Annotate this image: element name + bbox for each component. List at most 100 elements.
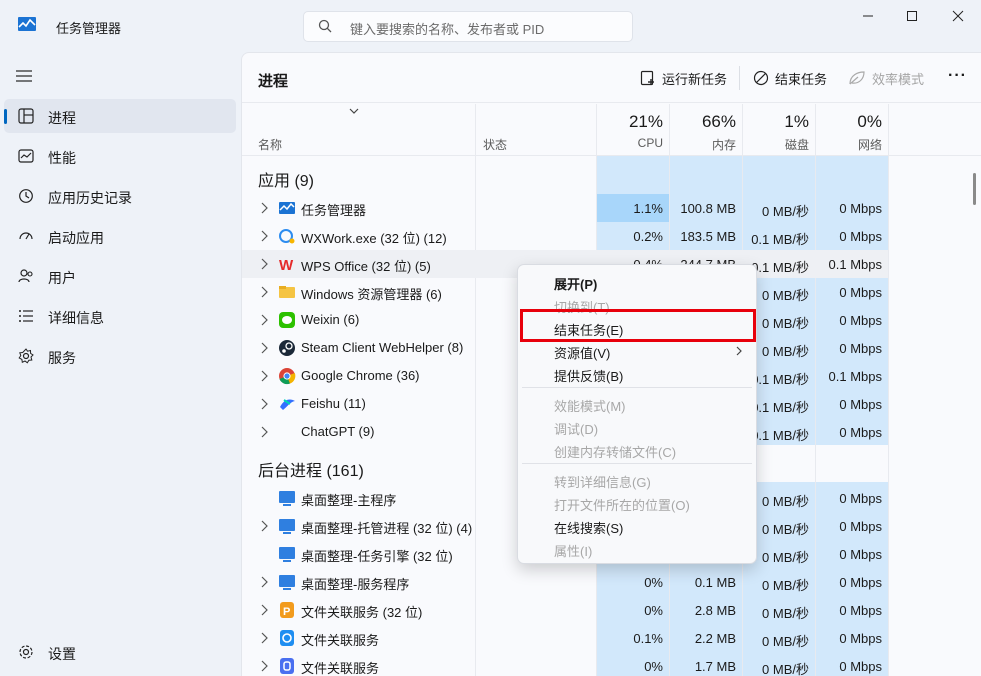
sidebar: 进程 性能 应用历史记录 启动应用 用户 详细信息 服务 设置 xyxy=(0,52,241,676)
column-header-network[interactable]: 网络 xyxy=(822,136,882,153)
sidebar-item-details[interactable]: 详细信息 xyxy=(4,299,236,333)
process-net-value: 0 Mbps xyxy=(839,603,882,618)
sidebar-item-processes[interactable]: 进程 xyxy=(4,99,236,133)
run-new-task-button[interactable]: 运行新任务 xyxy=(640,68,727,88)
process-net-value: 0 Mbps xyxy=(839,341,882,356)
process-name: 桌面整理-任务引擎 (32 位) xyxy=(301,549,453,564)
process-name: Steam Client WebHelper (8) xyxy=(301,340,464,355)
menu-item-feedback[interactable]: 提供反馈(B) xyxy=(554,366,623,385)
sidebar-item-performance[interactable]: 性能 xyxy=(4,139,236,173)
expand-chevron-right-icon[interactable] xyxy=(261,660,269,672)
process-name: 任务管理器 xyxy=(301,203,367,218)
process-row[interactable]: WXWork.exe (32 位) (12) 0.2% 183.5 MB 0.1 MB… xyxy=(242,222,888,250)
sidebar-item-label: 应用历史记录 xyxy=(48,190,132,206)
column-divider xyxy=(888,104,889,676)
hamburger-menu-icon[interactable] xyxy=(14,69,34,83)
menu-item-search-online[interactable]: 在线搜索(S) xyxy=(554,518,623,537)
menu-item-resource-values[interactable]: 资源值(V) xyxy=(554,343,610,362)
menu-divider xyxy=(522,463,752,464)
desktop-organizer-icon xyxy=(279,575,295,590)
efficiency-mode-button[interactable]: 效率模式 xyxy=(848,68,924,88)
expand-chevron-right-icon[interactable] xyxy=(261,342,269,354)
sidebar-item-label: 进程 xyxy=(48,110,76,126)
sidebar-item-startup[interactable]: 启动应用 xyxy=(4,219,236,253)
more-options-icon[interactable]: ··· xyxy=(948,67,967,85)
new-task-icon xyxy=(640,70,654,86)
column-header-disk[interactable]: 磁盘 xyxy=(749,136,809,153)
process-net-value: 0 Mbps xyxy=(839,201,882,216)
menu-item-open-file-location[interactable]: 打开文件所在的位置(O) xyxy=(554,495,690,514)
process-name: 桌面整理-托管进程 (32 位) (4) xyxy=(301,521,473,536)
task-manager-icon xyxy=(279,202,295,214)
performance-icon xyxy=(18,149,34,163)
expand-chevron-right-icon[interactable] xyxy=(261,576,269,588)
sort-chevron-down-icon[interactable] xyxy=(349,108,359,114)
process-net-value: 0 Mbps xyxy=(839,425,882,440)
process-row[interactable]: 文件关联服务 0.1% 2.2 MB 0 MB/秒 0 Mbps xyxy=(242,624,888,652)
expand-chevron-right-icon[interactable] xyxy=(261,604,269,616)
process-name: ChatGPT (9) xyxy=(301,424,375,439)
process-mem-value: 2.8 MB xyxy=(694,603,736,618)
sidebar-item-label: 启动应用 xyxy=(48,230,104,246)
expand-chevron-right-icon[interactable] xyxy=(261,370,269,382)
sidebar-item-settings[interactable]: 设置 xyxy=(4,635,236,669)
sidebar-item-users[interactable]: 用户 xyxy=(4,259,236,293)
process-net-value: 0.1 Mbps xyxy=(828,369,882,384)
minimize-button[interactable] xyxy=(848,4,888,28)
process-net-value: 0 Mbps xyxy=(839,397,882,412)
sidebar-item-label: 性能 xyxy=(48,150,76,166)
process-mem-value: 0.1 MB xyxy=(694,575,736,590)
expand-chevron-right-icon[interactable] xyxy=(261,426,269,438)
close-button[interactable] xyxy=(938,4,978,28)
process-net-value: 0 Mbps xyxy=(839,631,882,646)
column-header-cpu[interactable]: CPU xyxy=(603,136,663,150)
network-percent[interactable]: 0% xyxy=(822,112,882,132)
search-input[interactable]: 键入要搜索的名称、发布者或 PID xyxy=(303,11,633,42)
column-header-status[interactable]: 状态 xyxy=(483,136,507,153)
sidebar-item-app-history[interactable]: 应用历史记录 xyxy=(4,179,236,213)
disk-percent[interactable]: 1% xyxy=(749,112,809,132)
menu-item-efficiency-mode[interactable]: 效能模式(M) xyxy=(554,396,626,415)
sidebar-item-label: 设置 xyxy=(48,646,76,662)
expand-chevron-right-icon[interactable] xyxy=(261,632,269,644)
process-name: Windows 资源管理器 (6) xyxy=(301,287,442,302)
process-row[interactable]: P 文件关联服务 (32 位) 0% 2.8 MB 0 MB/秒 0 Mbps xyxy=(242,596,888,624)
menu-item-debug[interactable]: 调试(D) xyxy=(554,419,598,438)
process-row[interactable]: 任务管理器 1.1% 100.8 MB 0 MB/秒 0 Mbps xyxy=(242,194,888,222)
startup-icon xyxy=(19,232,33,240)
process-name: Feishu (11) xyxy=(301,396,366,411)
vertical-scrollbar[interactable] xyxy=(973,173,976,205)
process-name: WXWork.exe (32 位) (12) xyxy=(301,231,447,246)
expand-chevron-right-icon[interactable] xyxy=(261,286,269,298)
menu-divider xyxy=(522,387,752,388)
maximize-button[interactable] xyxy=(892,4,932,28)
expand-chevron-right-icon[interactable] xyxy=(261,314,269,326)
expand-chevron-right-icon[interactable] xyxy=(261,202,269,214)
menu-item-expand[interactable]: 展开(P) xyxy=(554,274,597,293)
expand-chevron-right-icon[interactable] xyxy=(261,230,269,242)
end-task-button[interactable]: 结束任务 xyxy=(753,68,827,88)
process-cpu-value: 0% xyxy=(644,603,663,618)
memory-percent[interactable]: 66% xyxy=(676,112,736,132)
expand-chevron-right-icon[interactable] xyxy=(261,258,269,270)
menu-item-properties[interactable]: 属性(I) xyxy=(554,541,592,560)
menu-item-go-to-details[interactable]: 转到详细信息(G) xyxy=(554,472,651,491)
expand-chevron-right-icon[interactable] xyxy=(261,398,269,410)
feishu-icon xyxy=(280,399,295,410)
process-net-value: 0 Mbps xyxy=(839,547,882,562)
menu-item-create-dump[interactable]: 创建内存转储文件(C) xyxy=(554,442,676,461)
cpu-percent[interactable]: 21% xyxy=(603,112,663,132)
minimize-icon xyxy=(863,15,873,17)
column-header-name[interactable]: 名称 xyxy=(258,136,282,153)
process-row[interactable]: 桌面整理-服务程序 0% 0.1 MB 0 MB/秒 0 Mbps xyxy=(242,568,888,596)
sidebar-item-services[interactable]: 服务 xyxy=(4,339,236,373)
wps-office-icon: W xyxy=(279,257,294,273)
expand-chevron-right-icon[interactable] xyxy=(261,520,269,532)
column-header-memory[interactable]: 内存 xyxy=(676,136,736,153)
process-row[interactable]: 文件关联服务 0% 1.7 MB 0 MB/秒 0 Mbps xyxy=(242,652,888,676)
process-mem-value: 2.2 MB xyxy=(694,631,736,646)
process-net-value: 0 Mbps xyxy=(839,659,882,674)
process-name: 文件关联服务 xyxy=(301,661,380,676)
sidebar-item-label: 详细信息 xyxy=(48,310,104,326)
desktop-organizer-icon xyxy=(279,491,295,506)
